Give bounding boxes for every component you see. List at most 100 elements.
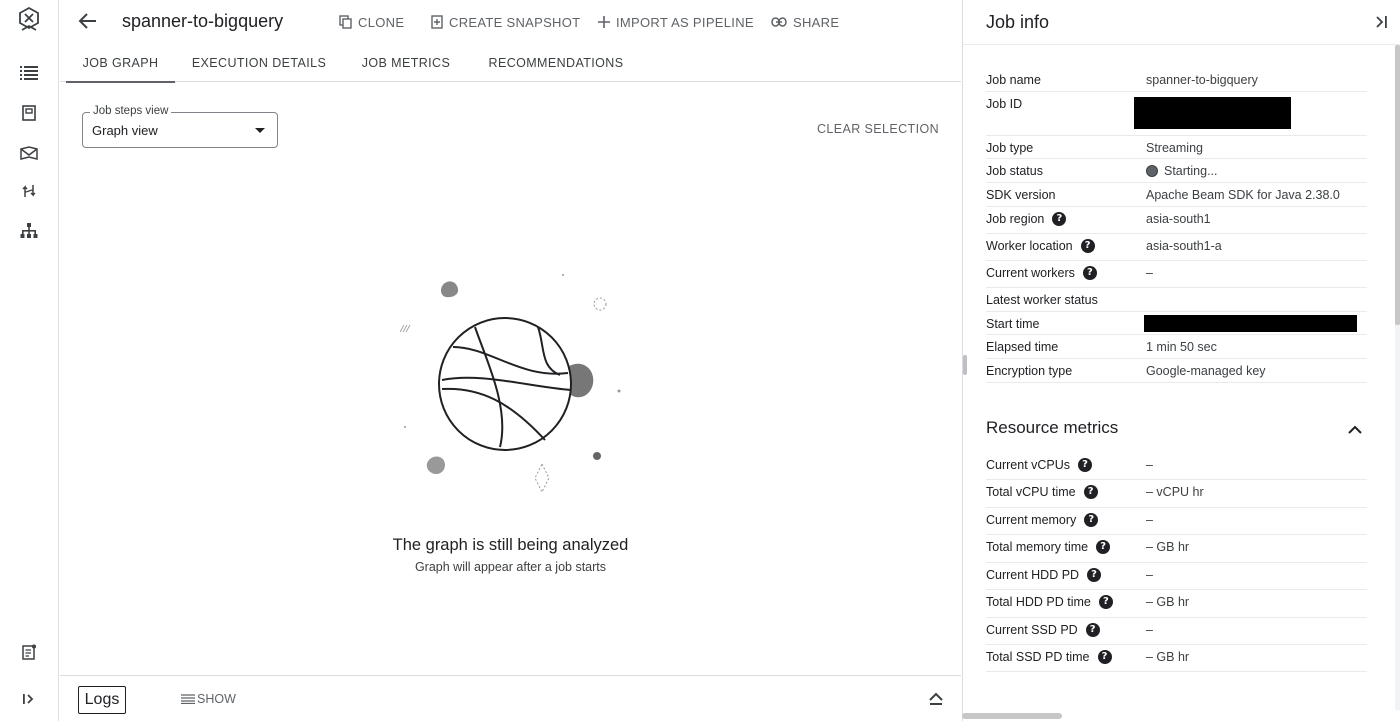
help-icon[interactable]: ? — [1087, 568, 1102, 582]
help-icon[interactable]: ? — [1078, 458, 1093, 472]
info-value: spanner-to-bigquery — [1146, 73, 1258, 87]
import-as-pipeline-button[interactable]: IMPORT AS PIPELINE — [598, 13, 754, 31]
metric-value: – vCPU hr — [1146, 485, 1204, 499]
logs-bar: Logs SHOW — [60, 675, 961, 721]
divider — [963, 44, 1400, 45]
help-icon[interactable]: ? — [1084, 513, 1099, 527]
horizontal-scrollbar-thumb[interactable] — [962, 713, 1062, 719]
notebook-icon[interactable] — [17, 101, 41, 125]
info-key: Latest worker status — [986, 293, 1098, 307]
status-indicator-icon — [1146, 165, 1158, 177]
expand-logs-icon[interactable] — [926, 689, 946, 709]
graph-analyzing-illustration — [390, 267, 630, 497]
metric-key-label: Total memory time — [986, 540, 1089, 554]
info-row-start-time: Start time — [986, 312, 1367, 335]
metric-key: Current SSD PD ? — [986, 623, 1100, 637]
info-key: Job region ? — [986, 212, 1067, 226]
info-key: Job ID — [986, 97, 1023, 111]
map-icon[interactable] — [17, 141, 41, 165]
help-icon[interactable]: ? — [1085, 623, 1100, 637]
tab-job-metrics[interactable]: JOB METRICS — [358, 44, 454, 82]
page-title: spanner-to-bigquery — [122, 11, 284, 31]
tab-recommendations[interactable]: RECOMMENDATIONS — [486, 44, 626, 82]
back-arrow-icon[interactable] — [76, 9, 100, 33]
info-key: Elapsed time — [986, 340, 1059, 354]
job-graph-panel: Job steps view Graph view CLEAR SELECTIO… — [60, 82, 961, 675]
collapse-panel-icon[interactable] — [1371, 12, 1391, 32]
metric-value: – — [1146, 568, 1153, 582]
plus-icon — [598, 16, 610, 28]
metric-value: – GB hr — [1146, 650, 1190, 664]
metric-row-total-hdd-pd-time: Total HDD PD time ? – GB hr — [986, 590, 1367, 618]
metric-key: Total vCPU time ? — [986, 485, 1098, 499]
dataflow-logo-icon[interactable] — [17, 6, 41, 32]
dropdown-caret-icon — [255, 128, 265, 133]
info-row-elapsed-time: Elapsed time 1 min 50 sec — [986, 335, 1367, 359]
job-status-text: Starting... — [1164, 164, 1218, 178]
redacted-job-id — [1134, 97, 1291, 129]
help-icon[interactable]: ? — [1096, 540, 1111, 554]
info-key: Current workers ? — [986, 266, 1097, 280]
help-icon[interactable]: ? — [1082, 266, 1097, 280]
job-tabs: JOB GRAPH EXECUTION DETAILS JOB METRICS … — [60, 44, 961, 83]
list-icon[interactable] — [17, 61, 41, 85]
info-key-label: Current workers — [986, 266, 1075, 280]
redacted-start-time — [1144, 315, 1357, 332]
logs-button[interactable]: Logs — [78, 686, 126, 714]
metric-row-total-memory-time: Total memory time ? – GB hr — [986, 535, 1367, 563]
metric-row-total-ssd-pd-time: Total SSD PD time ? – GB hr — [986, 645, 1367, 672]
show-logs-button[interactable]: SHOW — [181, 692, 236, 706]
pipeline-icon[interactable] — [17, 179, 41, 203]
metric-value: – — [1146, 458, 1153, 472]
help-icon[interactable]: ? — [1083, 485, 1098, 499]
tab-job-graph[interactable]: JOB GRAPH — [66, 44, 175, 83]
metric-row-current-memory: Current memory ? – — [986, 508, 1367, 535]
job-info-panel: Job info Job name spanner-to-bigquery Jo… — [962, 0, 1400, 721]
info-row-sdk-version: SDK version Apache Beam SDK for Java 2.3… — [986, 183, 1367, 207]
link-icon — [771, 17, 787, 27]
page-header: spanner-to-bigquery CLONE CREATE SNAPSHO… — [60, 0, 961, 44]
resource-metrics-title: Resource metrics — [986, 418, 1119, 437]
expand-rail-icon[interactable] — [17, 687, 41, 711]
empty-state-title: The graph is still being analyzed — [392, 536, 629, 554]
help-icon[interactable]: ? — [1080, 239, 1095, 253]
metric-key: Current HDD PD ? — [986, 568, 1102, 582]
info-row-job-id: Job ID — [986, 92, 1367, 136]
panel-resize-handle[interactable] — [963, 355, 967, 375]
create-snapshot-label: CREATE SNAPSHOT — [449, 14, 581, 30]
info-row-job-region: Job region ? asia-south1 — [986, 207, 1367, 234]
left-nav-rail — [0, 0, 59, 721]
info-key: Job name — [986, 73, 1041, 87]
metric-key: Current memory ? — [986, 513, 1099, 527]
chevron-up-icon[interactable] — [1345, 420, 1365, 440]
metric-value: – — [1146, 513, 1153, 527]
info-key: Worker location ? — [986, 239, 1095, 253]
metric-row-current-hdd-pd: Current HDD PD ? – — [986, 563, 1367, 590]
metric-key-label: Current memory — [986, 513, 1077, 527]
metric-value: – GB hr — [1146, 595, 1190, 609]
job-steps-view-select[interactable]: Job steps view Graph view — [82, 105, 278, 148]
info-row-job-status: Job status Starting... — [986, 159, 1367, 183]
lines-icon — [181, 694, 195, 704]
clear-selection-button[interactable]: CLEAR SELECTION — [817, 122, 939, 136]
info-value: asia-south1 — [1146, 212, 1211, 226]
metric-key-label: Total vCPU time — [986, 485, 1076, 499]
release-notes-icon[interactable] — [17, 640, 41, 664]
job-steps-view-value: Graph view — [92, 123, 158, 138]
help-icon[interactable]: ? — [1052, 212, 1067, 226]
hierarchy-icon[interactable] — [17, 219, 41, 243]
metric-key: Current vCPUs ? — [986, 458, 1093, 472]
share-button[interactable]: SHARE — [771, 13, 839, 31]
vertical-scrollbar-thumb[interactable] — [1395, 45, 1400, 325]
job-info-title: Job info — [986, 12, 1050, 32]
info-key-label: Job region — [986, 212, 1045, 226]
create-snapshot-button[interactable]: CREATE SNAPSHOT — [431, 13, 580, 31]
info-row-encryption-type: Encryption type Google-managed key — [986, 359, 1367, 383]
tab-execution-details[interactable]: EXECUTION DETAILS — [190, 44, 328, 82]
metric-key-label: Current HDD PD — [986, 568, 1080, 582]
clone-button[interactable]: CLONE — [339, 13, 404, 31]
help-icon[interactable]: ? — [1098, 595, 1113, 609]
help-icon[interactable]: ? — [1097, 650, 1112, 664]
show-logs-label: SHOW — [197, 692, 236, 706]
info-key-label: Worker location — [986, 239, 1073, 253]
